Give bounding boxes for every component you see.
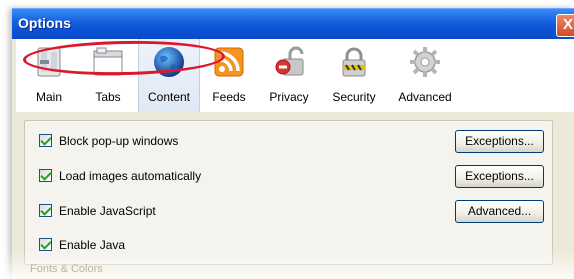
- tab-advanced[interactable]: Advanced: [388, 39, 462, 112]
- security-padlock-icon: [342, 47, 366, 77]
- enable-javascript-option[interactable]: Enable JavaScript: [39, 202, 299, 220]
- javascript-advanced-button[interactable]: Advanced...: [455, 200, 544, 223]
- load-images-checkbox[interactable]: [39, 169, 52, 182]
- block-popups-checkbox[interactable]: [39, 134, 52, 147]
- tab-label: Feeds: [212, 90, 246, 104]
- load-images-label: Load images automatically: [59, 169, 202, 183]
- block-popups-option[interactable]: Block pop-up windows: [39, 132, 299, 150]
- tab-label: Content: [147, 90, 191, 104]
- enable-javascript-label: Enable JavaScript: [59, 204, 156, 218]
- gear-icon: [410, 47, 440, 77]
- tab-label: Security: [332, 90, 376, 104]
- close-button[interactable]: X: [556, 14, 574, 37]
- tab-security[interactable]: Security: [322, 39, 386, 112]
- window-title: Options: [18, 15, 71, 31]
- fonts-colors-section-label: Fonts & Colors: [30, 263, 103, 275]
- content-options-group: Block pop-up windows Exceptions... Load …: [24, 120, 553, 265]
- tab-privacy[interactable]: Privacy: [259, 39, 319, 112]
- block-popups-label: Block pop-up windows: [59, 134, 179, 148]
- load-images-option[interactable]: Load images automatically: [39, 167, 299, 185]
- tab-label: Main: [35, 90, 62, 104]
- privacy-lock-icon: [275, 46, 304, 76]
- tab-label: Advanced: [398, 90, 452, 104]
- enable-javascript-checkbox[interactable]: [39, 204, 52, 217]
- title-bar[interactable]: Options X: [12, 8, 574, 39]
- images-exceptions-button[interactable]: Exceptions...: [455, 165, 544, 188]
- popup-exceptions-button[interactable]: Exceptions...: [455, 130, 544, 153]
- tab-label: Privacy: [269, 90, 309, 104]
- tab-label: Tabs: [95, 90, 121, 104]
